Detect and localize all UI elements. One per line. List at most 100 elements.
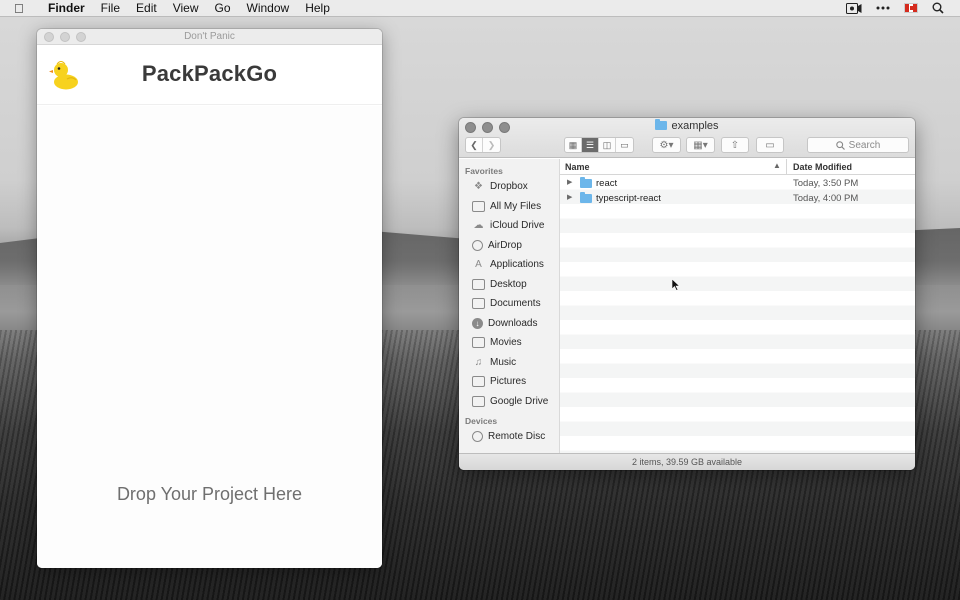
folder-icon [580,177,592,188]
apple-menu-icon[interactable]:  [14,0,30,17]
tag-icon: ▭ [765,139,775,151]
drop-zone-label: Drop Your Project Here [116,484,303,504]
sidebar-item-desktop[interactable]: Desktop [459,275,559,295]
forward-button[interactable]: ❯ [483,138,500,152]
sidebar-item-label: Downloads [488,317,538,329]
folder-icon [580,191,592,203]
search-field[interactable]: Search [807,137,909,153]
sidebar-item-label: Pictures [490,376,527,388]
sidebar-favorites-header: Favorites [465,166,503,176]
all-files-icon [472,200,485,212]
sidebar-item-dropbox[interactable]: ❖ Dropbox [459,177,559,197]
column-divider[interactable] [786,159,787,175]
table-row[interactable]: ▶ typescript-react Today, 4:00 PM [560,191,915,206]
table-row[interactable]: ▶ react Today, 3:50 PM [560,176,915,191]
finder-window-title: examples [459,119,915,132]
sidebar-devices-header: Devices [465,416,498,426]
packpackgo-header: PackPackGo [37,45,382,105]
desktop-icon [472,278,485,290]
menu-help[interactable]: Help [305,0,330,17]
sidebar-item-label: All My Files [490,200,542,212]
menu-file[interactable]: File [101,0,120,17]
downloads-icon: ↓ [472,317,483,329]
sidebar-item-label: Desktop [490,278,527,290]
sidebar-item-movies[interactable]: Movies [459,333,559,353]
mouse-pointer-icon [672,279,680,291]
sidebar-item-label: iCloud Drive [490,220,545,232]
disc-icon [472,431,483,443]
spotlight-search-icon[interactable] [932,2,944,14]
row-name: typescript-react [596,192,661,204]
sidebar-item-icloud-drive[interactable]: ☁ iCloud Drive [459,216,559,236]
applications-icon: A [475,259,482,271]
sidebar-item-label: Movies [490,337,522,349]
list-header: Name ▲ Date Modified [560,159,915,175]
row-date: Today, 3:50 PM [793,178,859,189]
file-list: Name ▲ Date Modified ▶ react Today, 3:50… [560,159,915,453]
close-button[interactable] [44,32,54,42]
sidebar-item-documents[interactable]: Documents [459,294,559,314]
sidebar-item-applications[interactable]: A Applications [459,255,559,275]
folder-icon [472,395,485,407]
minimize-button[interactable] [60,32,70,42]
drop-zone[interactable]: Drop Your Project Here [37,106,382,568]
more-dots-icon[interactable] [876,6,890,10]
sidebar-item-downloads[interactable]: ↓ Downloads [459,314,559,334]
tags-button[interactable]: ▭ [756,137,784,153]
column-view-button[interactable]: ◫ [599,138,616,152]
row-name: react [596,178,618,189]
folder-icon [655,119,668,130]
packpackgo-window-title: Don't Panic [184,31,235,42]
sidebar-item-label: Remote Disc [488,431,546,443]
sidebar-item-label: Music [490,356,517,368]
sidebar-item-music[interactable]: ♫ Music [459,353,559,373]
menu-go[interactable]: Go [215,0,231,17]
row-date: Today, 4:00 PM [793,192,859,204]
app-brand-title: PackPackGo [141,61,278,86]
finder-status-bar: 2 items, 39.59 GB available [459,453,915,470]
menu-view[interactable]: View [173,0,199,17]
list-rows: ▶ react Today, 3:50 PM ▶ typescript-reac… [560,175,915,453]
arrange-button[interactable]: ▦▾ [686,137,715,153]
action-gear-button[interactable]: ⚙▾ [652,137,681,153]
sidebar-item-label: Dropbox [490,181,528,193]
menu-window[interactable]: Window [247,0,290,17]
packpackgo-titlebar[interactable]: Don't Panic [37,29,382,45]
share-button[interactable]: ⇧ [721,137,749,153]
menu-bar:  Finder File Edit View Go Window Help [0,0,960,17]
sidebar-item-label: Applications [490,259,544,271]
back-forward-group: ❮ ❯ [465,137,501,153]
screen-record-icon[interactable] [846,2,862,14]
list-view-button[interactable]: ☰ [582,138,599,152]
menu-app-name[interactable]: Finder [48,0,85,17]
finder-window: examples ❮ ❯ ▦ ☰ ◫ ▭ ⚙▾ ▦▾ ⇧ ▭ Search Fa… [459,118,915,470]
column-header-date-modified[interactable]: Date Modified [793,162,852,172]
documents-icon [472,298,485,310]
share-icon: ⇧ [730,139,740,151]
view-mode-group: ▦ ☰ ◫ ▭ [564,137,634,153]
sidebar-item-google-drive[interactable]: Google Drive [459,392,559,412]
disclosure-triangle-icon[interactable]: ▶ [567,178,572,186]
finder-title-text: examples [671,120,719,132]
disclosure-triangle-icon[interactable]: ▶ [567,193,572,201]
input-source-flag-icon[interactable] [904,3,918,13]
music-icon: ♫ [474,356,483,368]
airdrop-icon [472,239,483,251]
menu-edit[interactable]: Edit [136,0,157,17]
sidebar-item-airdrop[interactable]: AirDrop [459,236,559,256]
sidebar-item-remote-disc[interactable]: Remote Disc [459,427,559,447]
cover-flow-button[interactable]: ▭ [616,138,633,152]
dropbox-icon: ❖ [474,181,483,193]
pictures-icon [472,376,485,388]
column-header-name[interactable]: Name [565,162,590,172]
icon-view-button[interactable]: ▦ [565,138,582,152]
finder-sidebar: Favorites ❖ Dropbox All My Files ☁ iCloud … [459,159,560,453]
finder-toolbar-row: ❮ ❯ ▦ ☰ ◫ ▭ ⚙▾ ▦▾ ⇧ ▭ Search [459,137,915,153]
menubar-status-area [846,2,944,14]
sidebar-item-pictures[interactable]: Pictures [459,372,559,392]
back-button[interactable]: ❮ [466,138,483,152]
cloud-icon: ☁ [473,220,484,232]
sidebar-item-all-my-files[interactable]: All My Files [459,197,559,217]
zoom-button[interactable] [76,32,86,42]
search-icon [835,140,845,150]
